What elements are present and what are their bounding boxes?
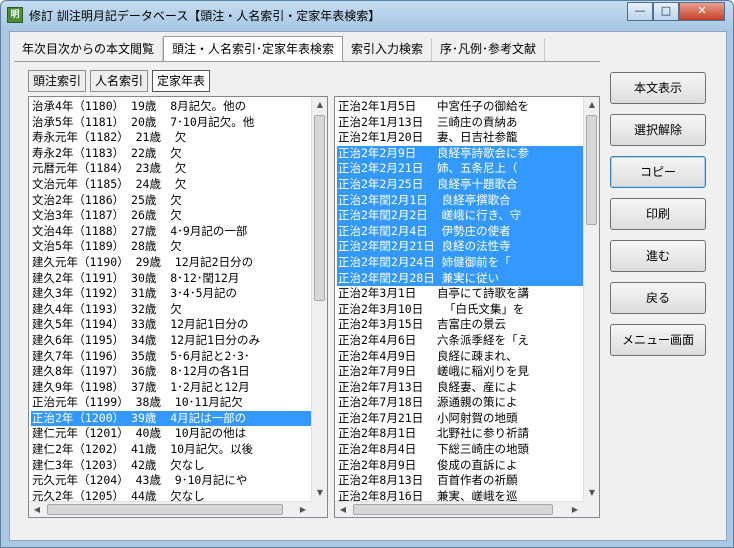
list-item[interactable]: 建久8年（1197） 36歳 8･12月の各1日 (31, 364, 311, 380)
list-item[interactable]: 正治元年（1199） 38歳 10･11月記欠 (31, 395, 311, 411)
event-list: 正治2年1月5日 中宮任子の御給を 正治2年1月13日 三崎庄の貢納あ 正治2年1月… (337, 99, 583, 501)
scroll-down-arrow-icon[interactable]: ▼ (312, 485, 328, 501)
list-item[interactable]: 治承5年（1181） 20歳 7･10月記欠。他 (31, 115, 311, 131)
list-item[interactable]: 文治元年（1185） 24歳 欠 (31, 177, 311, 193)
scroll-thumb[interactable] (47, 504, 283, 515)
print-button[interactable]: 印刷 (610, 198, 706, 230)
menu-screen-button[interactable]: メニュー画面 (610, 324, 706, 356)
list-item[interactable]: 正治2年7月21日 小阿射賀の地頭 (337, 411, 583, 427)
list-item[interactable]: 正治2年2月25日 良経亭十題歌合 (337, 176, 583, 193)
list-item[interactable]: 建久6年（1195） 34歳 12月記1日分のみ (31, 333, 311, 349)
list-item[interactable]: 正治2年閏2月4日 伊勢庄の使者 (337, 223, 583, 240)
list-item[interactable]: 治承4年（1180） 19歳 8月記欠。他の (31, 99, 311, 115)
tab-index-input-search[interactable]: 索引入力検索 (343, 38, 433, 62)
app-icon: 明 (7, 7, 23, 23)
list-item[interactable]: 正治2年閏2月21日 良経の法性寺 (337, 239, 583, 255)
subtab-person-index[interactable]: 人名索引 (90, 70, 149, 92)
list-item[interactable]: 正治2年8月13日 百首作者の祈願 (337, 473, 583, 489)
scroll-up-arrow-icon[interactable]: ▲ (312, 97, 328, 113)
list-item[interactable]: 文治3年（1187） 26歳 欠 (31, 208, 311, 224)
list-item[interactable]: 正治2年4月9日 良経に疎まれ、 (337, 349, 583, 365)
list-item[interactable]: 建仁元年（1201） 40歳 10月記の他は (31, 426, 311, 442)
event-list-hscrollbar[interactable]: ◀ ▶ (335, 501, 583, 517)
scroll-right-arrow-icon[interactable]: ▶ (567, 502, 583, 518)
list-item[interactable]: 正治2年1月5日 中宮任子の御給を (337, 99, 583, 115)
clear-selection-button[interactable]: 選択解除 (610, 114, 706, 146)
year-list: 治承4年（1180） 19歳 8月記欠。他の 治承5年（1181） 20歳 7･1… (31, 99, 311, 501)
client-area: 年次目次からの本文閲覧 頭注・人名索引･定家年表検索 索引入力検索 序･凡例･参… (9, 31, 727, 541)
show-text-button[interactable]: 本文表示 (610, 72, 706, 104)
title-bar[interactable]: 明 修訂 訓注明月記データベース【頭注・人名索引・定家年表検索】 — □ ✕ (1, 1, 733, 29)
window-title: 修訂 訓注明月記データベース【頭注・人名索引・定家年表検索】 (29, 9, 381, 23)
scroll-thumb[interactable] (353, 504, 553, 515)
list-item[interactable]: 正治2年3月15日 吉富庄の景云 (337, 317, 583, 333)
app-window: 明 修訂 訓注明月記データベース【頭注・人名索引・定家年表検索】 — □ ✕ 年… (0, 0, 734, 548)
main-tabs: 年次目次からの本文閲覧 頭注・人名索引･定家年表検索 索引入力検索 序･凡例･参… (14, 36, 546, 62)
list-item[interactable]: 建仁2年（1202） 41歳 10月記欠。以後 (31, 442, 311, 458)
list-item[interactable]: 正治2年7月9日 嵯峨に稲刈りを見 (337, 364, 583, 380)
scroll-right-arrow-icon[interactable]: ▶ (295, 502, 311, 518)
list-item[interactable]: 正治2年閏2月1日 良経亭撰歌合 (337, 192, 583, 209)
list-item[interactable]: 建久2年（1191） 30歳 8･12･閏12月 (31, 271, 311, 287)
list-item[interactable]: 正治2年8月1日 北野社に参り祈請 (337, 426, 583, 442)
tab-chronology-browse[interactable]: 年次目次からの本文閲覧 (14, 38, 164, 62)
list-item[interactable]: 正治2年3月10日 「白氏文集」を (337, 302, 583, 318)
list-item[interactable]: 正治2年7月13日 良経妻、産によ (337, 380, 583, 396)
list-item[interactable]: 正治2年4月6日 六条派季経を「え (337, 333, 583, 349)
tab-divider (14, 61, 600, 62)
list-item[interactable]: 正治2年8月16日 兼実、嵯峨を巡 (337, 489, 583, 501)
list-item[interactable]: 建久7年（1196） 35歳 5･6月記と2･3･ (31, 349, 311, 365)
list-item[interactable]: 正治2年閏2月2日 嵯峨に行き、守 (337, 208, 583, 224)
scroll-left-arrow-icon[interactable]: ◀ (29, 502, 45, 518)
list-item[interactable]: 正治2年3月1日 自亭にて詩歌を講 (337, 286, 583, 302)
list-item[interactable]: 正治2年2月21日 姉、五条尼上（ (337, 161, 583, 177)
list-item[interactable]: 元久2年（1205） 44歳 欠なし (31, 489, 311, 501)
list-item[interactable]: 正治2年8月9日 俊成の直訴によ (337, 458, 583, 474)
list-item[interactable]: 建久9年（1198） 37歳 1･2月記と12月 (31, 380, 311, 396)
scroll-down-arrow-icon[interactable]: ▼ (584, 485, 600, 501)
year-list-box[interactable]: 治承4年（1180） 19歳 8月記欠。他の 治承5年（1181） 20歳 7･1… (28, 96, 328, 518)
minimize-button[interactable]: — (627, 2, 653, 21)
list-item[interactable]: 正治2年8月4日 下総三崎庄の地頭 (337, 442, 583, 458)
scroll-corner (311, 501, 327, 517)
scroll-thumb[interactable] (314, 115, 325, 301)
maximize-button[interactable]: □ (653, 2, 679, 21)
scroll-thumb[interactable] (586, 115, 597, 225)
back-button[interactable]: 戻る (610, 282, 706, 314)
year-list-hscrollbar[interactable]: ◀ ▶ (29, 501, 311, 517)
sub-tabs: 頭注索引 人名索引 定家年表 (28, 70, 211, 92)
close-button[interactable]: ✕ (679, 2, 725, 21)
tab-preface-references[interactable]: 序･凡例･参考文献 (432, 38, 546, 62)
subtab-teika-chronology[interactable]: 定家年表 (152, 70, 211, 92)
event-list-box[interactable]: 正治2年1月5日 中宮任子の御給を 正治2年1月13日 三崎庄の貢納あ 正治2年1月… (334, 96, 600, 518)
list-item[interactable]: 正治2年閏2月28日 兼実に従い (337, 270, 583, 287)
list-item[interactable]: 正治2年1月20日 妻、日吉社参籠 (337, 130, 583, 146)
scroll-left-arrow-icon[interactable]: ◀ (335, 502, 351, 518)
scroll-up-arrow-icon[interactable]: ▲ (584, 97, 600, 113)
list-item[interactable]: 文治2年（1186） 25歳 欠 (31, 193, 311, 209)
list-item[interactable]: 建久5年（1194） 33歳 12月記1日分の (31, 317, 311, 333)
scroll-corner (583, 501, 599, 517)
list-item[interactable]: 文治4年（1188） 27歳 4･9月記の一部 (31, 224, 311, 240)
list-item[interactable]: 文治5年（1189） 28歳 欠 (31, 239, 311, 255)
copy-button[interactable]: コピー (610, 156, 706, 188)
list-item[interactable]: 正治2年7月18日 源通親の策によ (337, 395, 583, 411)
tab-annotation-search[interactable]: 頭注・人名索引･定家年表検索 (163, 36, 344, 62)
list-item[interactable]: 建久4年（1193） 32歳 欠 (31, 302, 311, 318)
list-item[interactable]: 建仁3年（1203） 42歳 欠なし (31, 458, 311, 474)
subtab-annotation-index[interactable]: 頭注索引 (28, 70, 87, 92)
list-item[interactable]: 寿永元年（1182） 21歳 欠 (31, 130, 311, 146)
event-list-vscrollbar[interactable]: ▲ ▼ (583, 97, 599, 501)
list-item[interactable]: 正治2年2月9日 良経亭詩歌会に参 (337, 145, 583, 162)
list-item[interactable]: 建久3年（1192） 31歳 3･4･5月記の (31, 286, 311, 302)
list-item[interactable]: 正治2年閏2月24日 姉健御前を「 (337, 254, 583, 271)
list-item[interactable]: 寿永2年（1183） 22歳 欠 (31, 146, 311, 162)
list-item[interactable]: 正治2年1月13日 三崎庄の貢納あ (337, 115, 583, 131)
list-item[interactable]: 元久元年（1204） 43歳 9･10月記にや (31, 473, 311, 489)
list-item[interactable]: 正治2年（1200） 39歳 4月記は一部の (31, 410, 311, 427)
list-item[interactable]: 建久元年（1190） 29歳 12月記2日分の (31, 255, 311, 271)
list-item[interactable]: 元暦元年（1184） 23歳 欠 (31, 161, 311, 177)
year-list-vscrollbar[interactable]: ▲ ▼ (311, 97, 327, 501)
forward-button[interactable]: 進む (610, 240, 706, 272)
